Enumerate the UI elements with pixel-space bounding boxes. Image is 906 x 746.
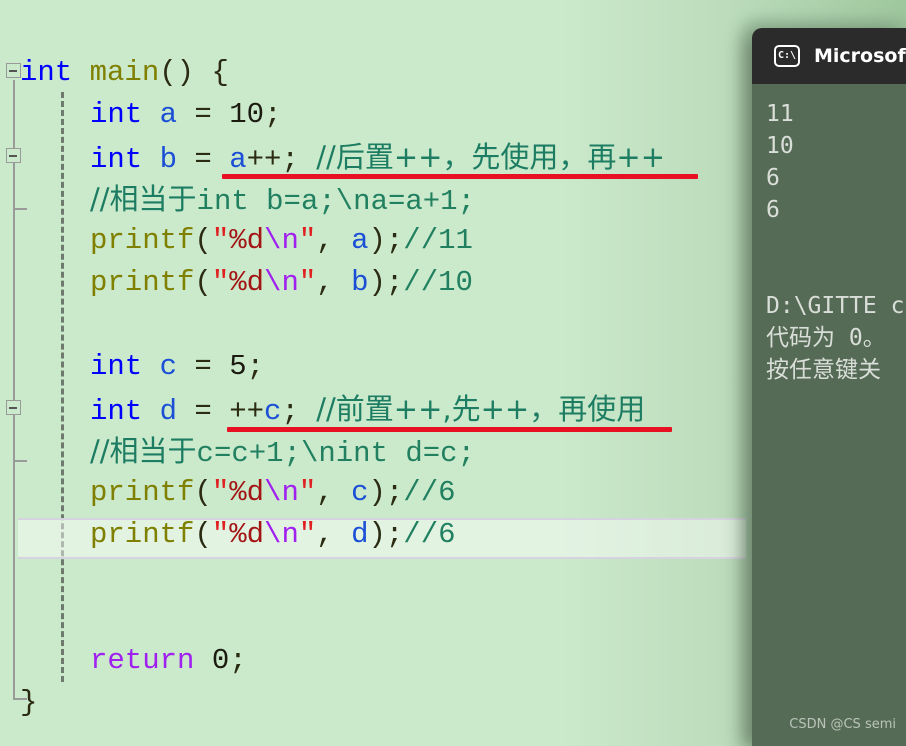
code-token: %d (229, 266, 265, 299)
code-token: = (177, 350, 230, 383)
code-token: = ++ (177, 395, 265, 428)
code-token: ; (281, 395, 299, 428)
code-token: ); (368, 476, 404, 509)
code-token: a (351, 224, 369, 257)
code-token: " (211, 266, 230, 299)
code-token: } (20, 686, 38, 719)
screenshot-root: int main() {int a = 10; int b = a++; //后置… (0, 0, 906, 746)
code-token: //11 (403, 224, 473, 257)
code-token: " (298, 476, 317, 509)
console-titlebar[interactable]: Microsoft W (752, 28, 906, 84)
code-token: ( (194, 518, 212, 551)
console-window-title: Microsoft W (814, 45, 906, 67)
code-token: main (89, 56, 160, 89)
terminal-icon (774, 45, 800, 67)
console-window[interactable]: Microsoft W 11 10 6 6 D:\GITTE cl 代码为 0。按任意键… (752, 28, 906, 746)
code-token: " (211, 224, 230, 257)
code-token: " (211, 476, 230, 509)
watermark: CSDN @CS semi (789, 717, 896, 732)
code-token: //10 (403, 266, 473, 299)
code-token: c (264, 395, 282, 428)
code-token: ( (194, 476, 212, 509)
code-token: int b=a;\na=a+1; (196, 185, 475, 218)
code-token: %d (229, 224, 265, 257)
code-token: int (20, 56, 73, 89)
code-token: d (351, 518, 369, 551)
code-token: printf (90, 224, 195, 257)
code-token: ); (368, 266, 404, 299)
code-token: printf (90, 476, 195, 509)
code-token: int (90, 350, 143, 383)
code-token: " (298, 266, 317, 299)
code-token: ); (368, 518, 404, 551)
code-token: , (316, 518, 352, 551)
red-underline-postfix (222, 174, 698, 179)
code-token: //前置++,先++，再使用 (316, 392, 646, 426)
code-token: int (90, 98, 143, 131)
code-token: printf (90, 518, 195, 551)
code-token: ; (264, 98, 282, 131)
console-output-line: 10 (766, 133, 794, 159)
code-token: //相当于 (90, 182, 197, 216)
code-token: 10 (229, 98, 265, 131)
code-token: c=c+1;\nint d=c; (196, 437, 475, 470)
code-token: //6 (403, 518, 456, 551)
code-token: ); (368, 224, 404, 257)
code-token: \n (264, 224, 299, 257)
code-token: int (90, 143, 143, 176)
code-token: \n (264, 476, 299, 509)
console-output-line: 6 (766, 197, 780, 223)
code-token: //相当于 (90, 434, 197, 468)
code-token: //6 (403, 476, 456, 509)
code-token: \n (264, 518, 299, 551)
code-token: , (316, 476, 352, 509)
code-token: , (316, 266, 352, 299)
code-token: b (351, 266, 369, 299)
code-token: 5 (229, 350, 247, 383)
code-token: ( (194, 224, 212, 257)
console-output-line: 6 (766, 165, 780, 191)
code-token: //后置++，先使用，再++ (316, 140, 666, 174)
console-output-line: D:\GITTE cl (766, 293, 906, 319)
code-token: a (159, 98, 178, 131)
code-token: \n (264, 266, 299, 299)
code-token: c (159, 350, 178, 383)
code-token: return (90, 644, 195, 677)
code-token: c (351, 476, 369, 509)
code-token: d (159, 395, 178, 428)
code-token: printf (90, 266, 195, 299)
console-output-line: 按任意键关 (766, 357, 881, 383)
code-token: = (177, 143, 230, 176)
code-token: = (177, 98, 230, 131)
code-token: , (316, 224, 352, 257)
code-token: 0 (211, 644, 230, 677)
code-token: b (159, 143, 178, 176)
code-token: ( (194, 266, 212, 299)
code-token: " (298, 224, 317, 257)
code-token: ; (229, 644, 247, 677)
code-token: " (298, 518, 317, 551)
code-token: () { (159, 56, 229, 89)
code-token: %d (229, 476, 265, 509)
code-token: a (229, 143, 247, 176)
red-underline-prefix (227, 427, 672, 432)
console-output: 11 10 6 6 D:\GITTE cl 代码为 0。 按任意键关 (752, 84, 906, 386)
console-output-line: 代码为 0。 (766, 325, 886, 351)
console-output-line: 11 (766, 101, 794, 127)
code-token: int (90, 395, 143, 428)
code-token: %d (229, 518, 265, 551)
code-token: ; (246, 350, 265, 383)
code-token: " (211, 518, 230, 551)
code-token: ++; (246, 143, 299, 176)
